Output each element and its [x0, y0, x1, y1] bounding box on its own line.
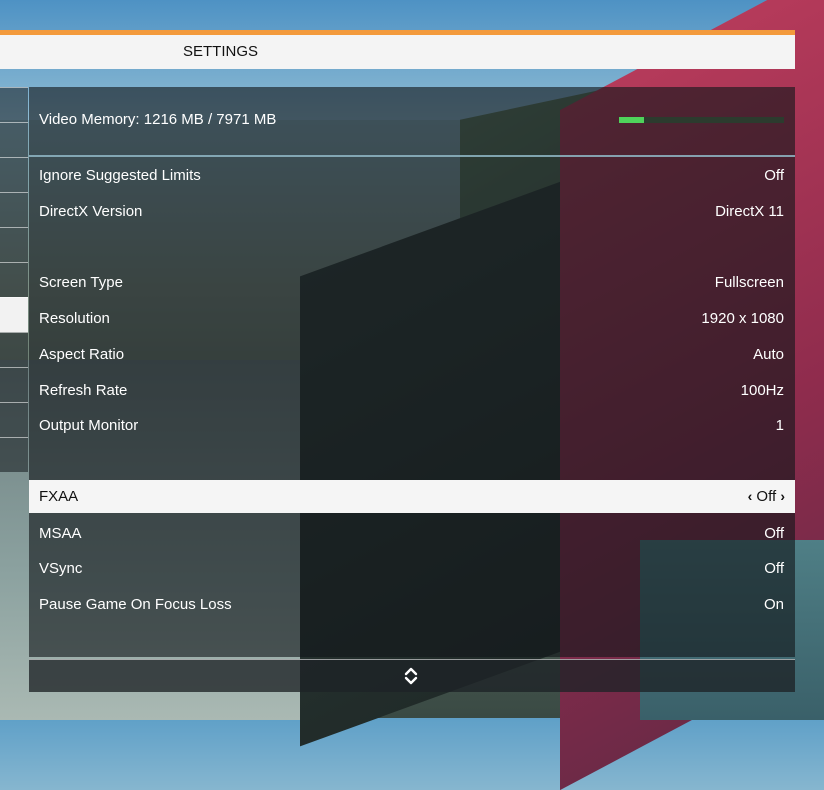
- setting-row-screen-type[interactable]: Screen Type Fullscreen: [29, 266, 795, 299]
- setting-label: FXAA: [39, 488, 79, 505]
- setting-row-refresh-rate[interactable]: Refresh Rate 100Hz: [29, 374, 795, 407]
- video-memory-row: Video Memory: 1216 MB / 7971 MB: [29, 87, 795, 155]
- left-tab-3[interactable]: [0, 157, 28, 192]
- settings-panel: Video Memory: 1216 MB / 7971 MB Ignore S…: [29, 87, 795, 657]
- chevron-left-icon[interactable]: ‹: [748, 488, 753, 504]
- left-tab-10[interactable]: [0, 402, 28, 437]
- setting-label: Ignore Suggested Limits: [39, 167, 201, 184]
- setting-label: VSync: [39, 560, 83, 577]
- setting-value: Auto: [753, 346, 784, 363]
- left-tab-11[interactable]: [0, 437, 28, 472]
- setting-label: Output Monitor: [39, 417, 139, 434]
- scroll-up-down-icon[interactable]: [401, 664, 421, 688]
- setting-value: Off: [764, 560, 784, 577]
- page-title: SETTINGS: [183, 43, 259, 60]
- setting-row-msaa[interactable]: MSAA Off: [29, 517, 795, 550]
- left-tab-1[interactable]: [0, 87, 28, 122]
- video-memory-label: Video Memory: 1216 MB / 7971 MB: [39, 111, 277, 128]
- setting-value: Off: [764, 525, 784, 542]
- left-tab-2[interactable]: [0, 122, 28, 157]
- setting-row-fxaa[interactable]: FXAA ‹ Off ›: [29, 480, 795, 513]
- left-tab-6[interactable]: [0, 262, 28, 297]
- setting-label: MSAA: [39, 525, 82, 542]
- setting-value: Off: [764, 167, 784, 184]
- setting-value: On: [763, 596, 784, 613]
- setting-value-selector: ‹ Off ›: [748, 488, 785, 505]
- setting-row-pause-game-on-focus-loss[interactable]: Pause Game On Focus Loss On: [29, 588, 795, 621]
- settings-header: SETTINGS: [0, 35, 795, 69]
- setting-value: DirectX 11: [715, 203, 784, 220]
- scroll-footer[interactable]: [29, 659, 795, 692]
- setting-row-ignore-suggested-limits[interactable]: Ignore Suggested Limits Off: [29, 159, 795, 192]
- chevron-right-icon[interactable]: ›: [780, 488, 785, 504]
- setting-value: Fullscreen: [714, 274, 784, 291]
- setting-label: Refresh Rate: [39, 382, 128, 399]
- left-tab-strip: [0, 87, 28, 472]
- setting-value: 100Hz: [740, 382, 784, 399]
- setting-label: Pause Game On Focus Loss: [39, 596, 232, 613]
- setting-row-output-monitor[interactable]: Output Monitor 1: [29, 409, 795, 442]
- left-tab-8[interactable]: [0, 332, 28, 367]
- left-tab-5[interactable]: [0, 227, 28, 262]
- setting-row-resolution[interactable]: Resolution 1920 x 1080: [29, 302, 795, 335]
- setting-row-directx-version[interactable]: DirectX Version DirectX 11: [29, 195, 795, 228]
- setting-label: Aspect Ratio: [39, 346, 125, 363]
- setting-value: 1: [775, 417, 784, 434]
- setting-label: Screen Type: [39, 274, 123, 291]
- divider: [29, 155, 795, 157]
- video-memory-bar-fill: [619, 117, 645, 123]
- video-memory-bar: [619, 117, 784, 123]
- setting-row-aspect-ratio[interactable]: Aspect Ratio Auto: [29, 338, 795, 371]
- left-tab-7-active[interactable]: [0, 297, 28, 332]
- setting-row-vsync[interactable]: VSync Off: [29, 552, 795, 585]
- setting-value: 1920 x 1080: [701, 310, 784, 327]
- left-tab-4[interactable]: [0, 192, 28, 227]
- left-tab-9[interactable]: [0, 367, 28, 402]
- setting-label: DirectX Version: [39, 203, 143, 220]
- setting-value: Off: [756, 488, 777, 505]
- setting-label: Resolution: [39, 310, 110, 327]
